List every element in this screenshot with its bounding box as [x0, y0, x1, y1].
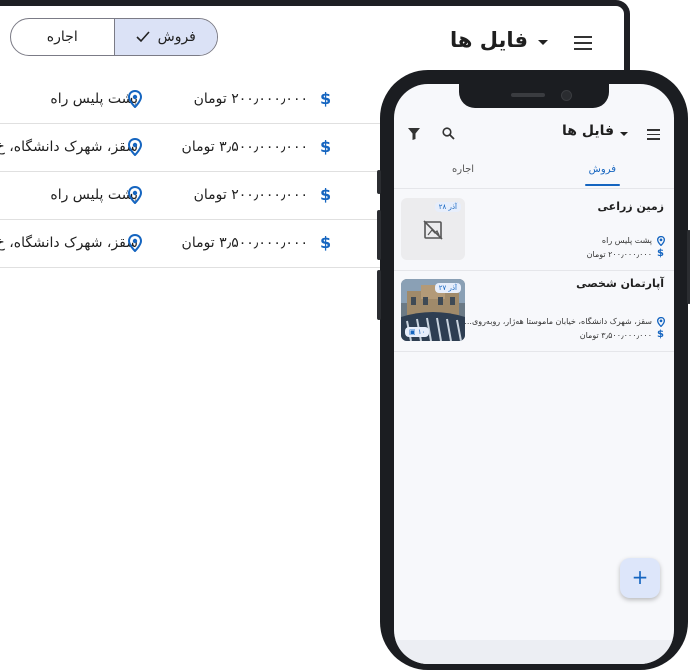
location-pin-icon: [128, 138, 142, 156]
location-pin-icon: [657, 236, 665, 246]
tab-rent[interactable]: اجاره: [452, 164, 474, 175]
card-address: پشت پلیس راه: [601, 236, 652, 245]
image-count-badge: ▣ ۱۰: [405, 327, 430, 337]
card-title: آپارتمان شخصی: [576, 277, 664, 290]
segment-rent[interactable]: اجاره: [11, 19, 115, 55]
tab-sale[interactable]: فروش: [584, 164, 620, 186]
dollar-icon: $: [657, 248, 664, 259]
chevron-down-icon[interactable]: [620, 132, 628, 136]
phone-side-button: [377, 270, 381, 320]
app-title[interactable]: فایل ها: [562, 123, 614, 139]
phone-notch: [459, 84, 609, 108]
list-item[interactable]: ۲۸ آذر زمین زراعی پشت پلیس راه $ ۲۰۰٫۰۰۰…: [394, 190, 674, 271]
phone-frame: فایل ها فروش اجاره ۲۸ آذر زمین زراعی پشت…: [377, 70, 690, 670]
property-thumbnail: ۲۸ آذر: [401, 198, 465, 260]
row-price: ۲۰۰٫۰۰۰٫۰۰۰ تومان: [193, 91, 308, 107]
location-pin-icon: [128, 234, 142, 252]
app-header: فایل ها: [394, 114, 674, 154]
location-pin-icon: [128, 186, 142, 204]
menu-icon[interactable]: [647, 129, 660, 143]
no-image-icon: [423, 220, 443, 240]
menu-icon[interactable]: [574, 36, 592, 54]
row-price: ۳٫۵۰۰٫۰۰۰٫۰۰۰ تومان: [181, 235, 308, 251]
row-address: سقز، شهرک دانشگاه، خ: [0, 235, 138, 251]
tab-bar: فروش اجاره: [394, 160, 674, 189]
list-item[interactable]: ۲۷ آذر ▣ ۱۰ آپارتمان شخصی سقز، شهرک دانش…: [394, 271, 674, 352]
image-count: ۱۰: [417, 328, 426, 336]
tab-indicator: [584, 184, 620, 186]
row-address: پشت پلیس راه: [50, 91, 138, 107]
camera-icon: ▣: [409, 328, 416, 336]
phone-side-button: [377, 210, 381, 260]
filter-icon[interactable]: [408, 128, 420, 140]
card-address: سقز، شهرک دانشگاه، خیابان ماموستا هه‌ژار…: [464, 317, 652, 326]
card-title: زمین زراعی: [597, 200, 664, 213]
page-title[interactable]: فایل ها: [450, 28, 528, 52]
bottom-navigation: [394, 640, 674, 664]
add-file-button[interactable]: +: [620, 558, 660, 598]
card-price: ۲۰۰٫۰۰۰٫۰۰۰ تومان: [586, 250, 652, 259]
dollar-icon: $: [320, 137, 332, 156]
tab-sale-label: فروش: [588, 164, 616, 175]
property-photo: ۲۷ آذر ▣ ۱۰: [401, 279, 465, 341]
location-pin-icon: [657, 317, 665, 327]
card-price: ۳٫۵۰۰٫۰۰۰٫۰۰۰ تومان: [579, 331, 652, 340]
search-icon[interactable]: [442, 127, 455, 140]
checkmark-icon: [136, 31, 150, 43]
sale-rent-toggle[interactable]: اجاره فروش: [10, 18, 218, 56]
dollar-icon: $: [320, 233, 332, 252]
date-badge: ۲۷ آذر: [434, 283, 461, 293]
dollar-icon: $: [320, 185, 332, 204]
phone-screen: فایل ها فروش اجاره ۲۸ آذر زمین زراعی پشت…: [394, 84, 674, 664]
dollar-icon: $: [320, 89, 332, 108]
row-price: ۲۰۰٫۰۰۰٫۰۰۰ تومان: [193, 187, 308, 203]
tab-rent-label: اجاره: [452, 164, 475, 175]
row-address: پشت پلیس راه: [50, 187, 138, 203]
location-pin-icon: [128, 90, 142, 108]
date-badge: ۲۸ آذر: [434, 202, 461, 212]
dollar-icon: $: [657, 329, 664, 340]
segment-rent-label: اجاره: [46, 29, 78, 45]
desktop-header: اجاره فروش فایل ها: [0, 6, 624, 70]
chevron-down-icon[interactable]: [538, 40, 548, 45]
row-address: سقز، شهرک دانشگاه، خ: [0, 139, 138, 155]
segment-sale-label: فروش: [157, 29, 196, 45]
phone-side-button: [377, 170, 381, 194]
row-price: ۳٫۵۰۰٫۰۰۰٫۰۰۰ تومان: [181, 139, 308, 155]
segment-sale[interactable]: فروش: [114, 19, 217, 55]
